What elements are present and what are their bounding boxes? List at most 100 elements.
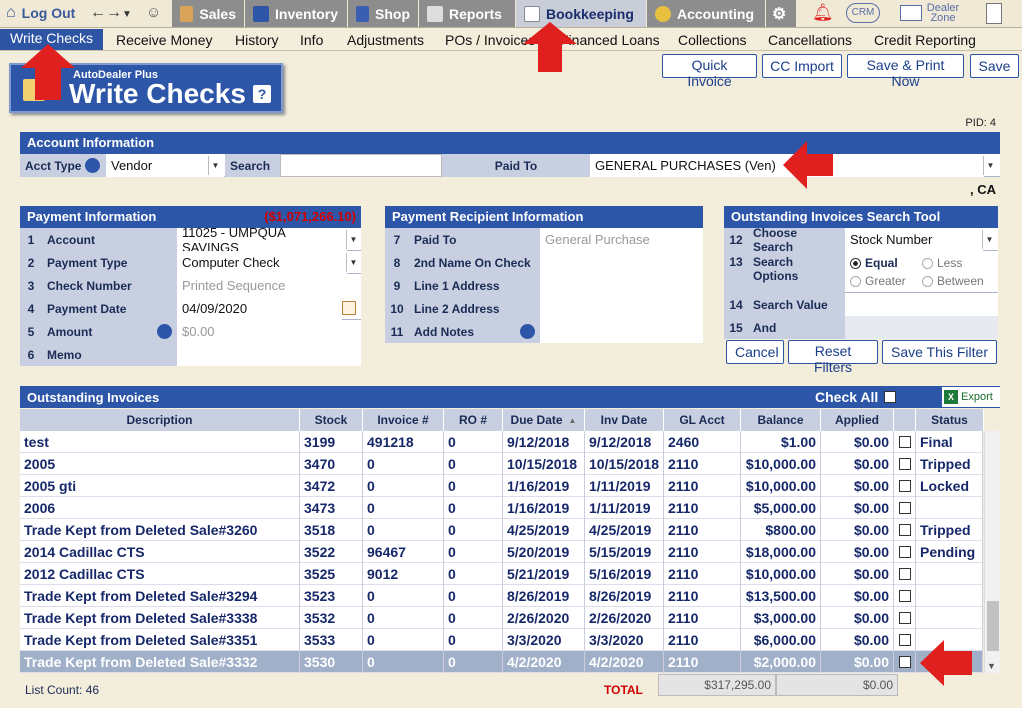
module-inventory[interactable]: Inventory [245,0,347,27]
row-checkbox[interactable] [898,458,911,470]
help-icon[interactable]: ? [253,85,271,103]
tab-receive-money[interactable]: Receive Money [116,32,213,48]
export-button[interactable]: X Export [942,387,1000,407]
line2-address-field[interactable] [540,297,703,320]
nav-arrows[interactable]: ←→▼ [90,4,132,22]
scroll-down-icon[interactable]: ▼ [987,661,996,671]
col-status[interactable]: Status [916,409,984,431]
row-checkbox[interactable] [898,502,911,514]
settings-button[interactable]: ⚙ [766,0,796,27]
chevron-down-icon[interactable]: ▼ [346,230,360,249]
tab-credit-reporting[interactable]: Credit Reporting [874,32,976,48]
reset-filters-button[interactable]: Reset Filters [788,340,878,375]
table-row[interactable]: 2005 3470 0 0 10/15/2018 10/15/2018 2110 $10,00… [20,453,983,475]
add-notes-field[interactable] [540,320,703,343]
cancel-button[interactable]: Cancel [726,340,784,364]
memo-field[interactable] [177,343,361,366]
col-stock[interactable]: Stock [300,409,363,431]
table-row[interactable]: Trade Kept from Deleted Sale#3294 3523 0 0 8… [20,585,983,607]
radio-selected-icon[interactable] [850,257,861,269]
module-accounting[interactable]: Accounting [647,0,765,27]
logout-link[interactable]: ⌂ Log Out [6,4,75,22]
option-greater[interactable]: Greater [850,274,906,288]
save-filter-button[interactable]: Save This Filter [882,340,997,364]
tab-info[interactable]: Info [300,32,323,48]
amount-field[interactable]: $0.00 [177,320,361,343]
search-value-input[interactable] [845,293,998,316]
table-row[interactable]: 2014 Cadillac CTS 3522 96467 0 5/20/2019 5/15… [20,541,983,563]
table-row[interactable]: 2005 gti 3472 0 0 1/16/2019 1/11/2019 2110 $10,… [20,475,983,497]
chevron-down-icon[interactable]: ▼ [208,156,222,175]
line1-address-field[interactable] [540,274,703,297]
radio-icon[interactable] [922,275,933,287]
search-and-input[interactable] [845,316,998,339]
profile-icon[interactable]: ☺ [146,4,161,21]
col-inv-date[interactable]: Inv Date [585,409,664,431]
col-description[interactable]: Description [20,409,300,431]
table-row[interactable]: 2006 3473 0 0 1/16/2019 1/11/2019 2110 $5,000.0… [20,497,983,519]
table-row[interactable]: Trade Kept from Deleted Sale#3332 3530 0 0 4… [20,651,983,673]
quick-invoice-button[interactable]: Quick Invoice [662,54,757,89]
table-row[interactable]: Trade Kept from Deleted Sale#3260 3518 0 0 4… [20,519,983,541]
col-gl-acct[interactable]: GL Acct [664,409,741,431]
module-shop[interactable]: Shop [348,0,418,27]
second-name-field[interactable] [540,251,703,274]
option-between[interactable]: Between [922,274,984,288]
row-checkbox[interactable] [898,568,911,580]
add-notes-icon[interactable] [520,324,535,339]
bell-icon[interactable]: 🔔︎ [812,3,834,23]
table-row[interactable]: test 3199 491218 0 9/12/2018 9/12/2018 2460 $1.… [20,431,983,453]
choose-search-select[interactable]: Stock Number [845,228,983,251]
chevron-down-icon[interactable]: ▼ [122,9,132,20]
table-row[interactable]: Trade Kept from Deleted Sale#3351 3533 0 0 3… [20,629,983,651]
calculator-icon[interactable] [986,3,1002,24]
col-due-date[interactable]: Due Date ▲ [503,409,585,431]
payment-date-field[interactable]: 04/09/2020 [177,297,342,320]
tab-cancellations[interactable]: Cancellations [768,32,852,48]
payment-type-select[interactable]: Computer Check [177,251,347,274]
calculate-icon[interactable] [157,324,172,339]
chevron-down-icon[interactable]: ▼ [346,253,360,272]
tab-history[interactable]: History [235,32,279,48]
chevron-down-icon[interactable]: ▼ [983,156,997,175]
row-checkbox[interactable] [898,590,911,602]
row-checkbox[interactable] [898,546,911,558]
row-checkbox[interactable] [898,480,911,492]
radio-icon[interactable] [922,257,933,269]
recipient-paid-to-field[interactable]: General Purchase [540,228,703,251]
radio-icon[interactable] [850,275,861,287]
scrollbar-thumb[interactable] [987,601,999,651]
tab-pos-invoices[interactable]: POs / Invoices [445,32,535,48]
row-checkbox[interactable] [898,524,911,536]
save-print-now-button[interactable]: Save & Print Now [847,54,964,89]
row-checkbox[interactable] [898,634,911,646]
row-checkbox[interactable] [898,612,911,624]
save-button[interactable]: Save [970,54,1019,78]
table-row[interactable]: Trade Kept from Deleted Sale#3338 3532 0 0 2… [20,607,983,629]
crm-link[interactable]: CRM [846,3,880,23]
back-icon[interactable]: ← [90,4,106,21]
col-balance[interactable]: Balance [741,409,821,431]
invoices-scrollbar[interactable]: ▼ [984,431,1000,673]
row-checkbox[interactable] [898,656,911,668]
check-number-field[interactable]: Printed Sequence [177,274,361,297]
module-reports[interactable]: Reports [419,0,515,27]
tab-collections[interactable]: Collections [678,32,746,48]
row-checkbox[interactable] [898,436,911,448]
col-ro[interactable]: RO # [444,409,503,431]
option-equal[interactable]: Equal [850,256,898,270]
module-sales[interactable]: Sales [172,0,244,27]
col-invoice[interactable]: Invoice # [363,409,444,431]
tab-adjustments[interactable]: Adjustments [347,32,424,48]
table-row[interactable]: 2012 Cadillac CTS 3525 9012 0 5/21/2019 5/16/… [20,563,983,585]
check-all[interactable]: Check All [815,389,897,405]
cc-import-button[interactable]: CC Import [762,54,842,78]
col-applied[interactable]: Applied [821,409,894,431]
search-input[interactable] [280,154,442,177]
chevron-down-icon[interactable]: ▼ [982,230,996,249]
check-all-checkbox[interactable] [884,391,897,403]
forward-icon[interactable]: → [106,4,122,21]
acct-type-select[interactable]: Vendor [106,154,224,177]
dealer-zone-link[interactable]: Dealer Zone [900,3,960,24]
lookup-icon[interactable] [85,158,101,173]
